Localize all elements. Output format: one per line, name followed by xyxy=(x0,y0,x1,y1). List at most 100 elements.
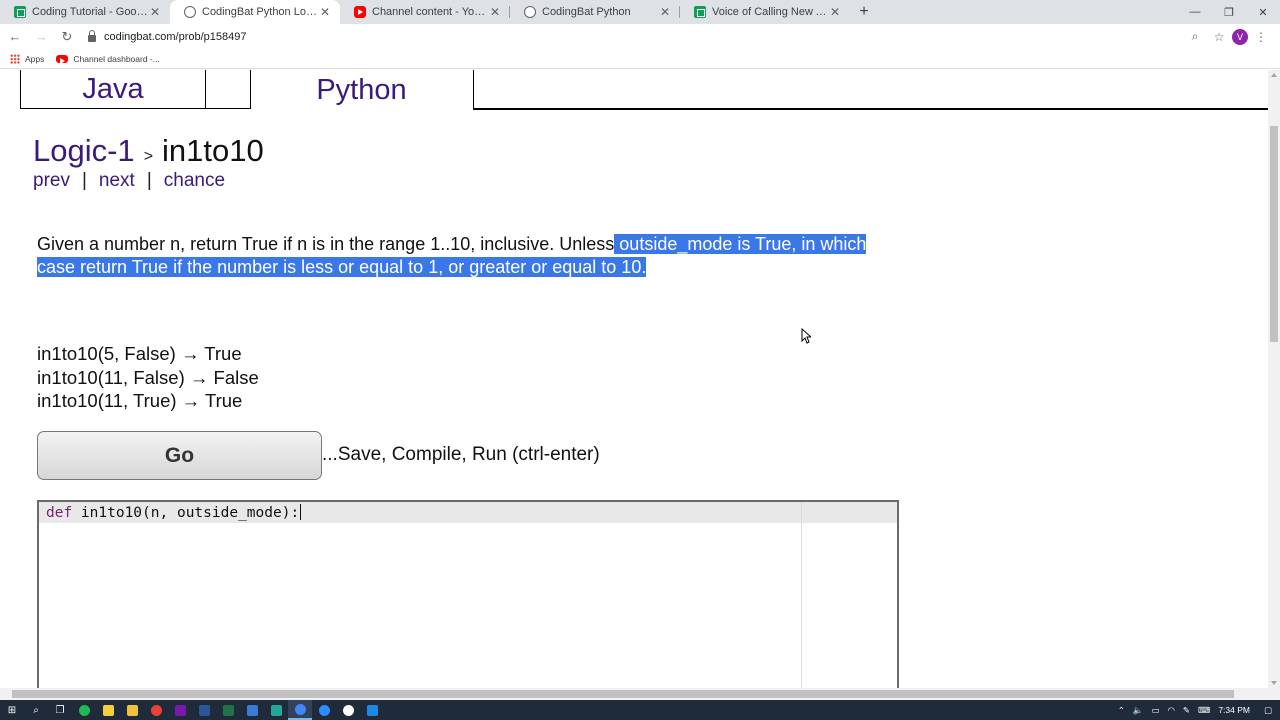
volume-icon[interactable]: 🔈 xyxy=(1133,705,1144,716)
tab-java[interactable]: Java xyxy=(20,70,206,109)
reload-icon[interactable]: ↻ xyxy=(56,26,78,48)
close-icon[interactable]: ✕ xyxy=(488,5,502,19)
prev-link[interactable]: prev xyxy=(33,170,70,192)
app-icon[interactable] xyxy=(264,700,288,720)
problem-nav: prev | next | chance xyxy=(33,170,225,192)
text-cursor xyxy=(300,504,302,520)
file-explorer-icon[interactable] xyxy=(120,700,144,720)
close-icon[interactable]: ✕ xyxy=(318,5,332,19)
browser-toolbar: ← → ↻ codingbat.com/prob/p158497 ⌕ ☆ V ⋮ xyxy=(0,24,1280,49)
description-text: Given a number n, return True if n is in… xyxy=(37,234,615,254)
tab-title: Voice of Calling New Attendance Sh xyxy=(712,6,828,18)
browser-tab[interactable]: CodingBat Python ✕ xyxy=(510,0,680,24)
scrollbar-thumb[interactable] xyxy=(1270,126,1278,342)
scroll-down-icon[interactable] xyxy=(1271,681,1277,685)
tab-title: CodingBat Python xyxy=(542,6,631,18)
onenote-icon[interactable] xyxy=(168,700,192,720)
tab-title: Coding Tutorial - Google Sheets xyxy=(32,6,148,18)
browser-tab[interactable]: Coding Tutorial - Google Sheets ✕ xyxy=(0,0,170,24)
windows-taskbar: ⊞ ⌕ ❐ ⌃ 🔈 ▭ ◠ ✎ ⌨ 7:34 PM ▢ xyxy=(0,700,1280,720)
code-signature: in1to10(n, outside_mode): xyxy=(72,505,300,521)
windows-start-icon[interactable]: ⊞ xyxy=(0,700,24,720)
mouse-pointer-icon xyxy=(801,328,811,344)
nav-separator: | xyxy=(146,170,152,191)
page-viewport: Java Python Logic-1 > in1to10 prev | nex… xyxy=(0,70,1268,688)
sticky-notes-icon[interactable] xyxy=(96,700,120,720)
url-text: codingbat.com/prob/p158497 xyxy=(104,30,247,43)
youtube-icon xyxy=(56,54,69,64)
close-icon[interactable]: ✕ xyxy=(148,5,162,19)
scrollbar-thumb[interactable] xyxy=(12,690,1234,698)
task-view-icon[interactable]: ❐ xyxy=(48,700,72,720)
bookmark-label: Apps xyxy=(25,53,45,64)
globe-icon xyxy=(184,6,196,18)
pen-icon[interactable]: ✎ xyxy=(1183,705,1190,716)
battery-icon[interactable]: ▭ xyxy=(1151,705,1159,716)
chrome-icon[interactable] xyxy=(144,700,168,720)
browser-tab-strip: Coding Tutorial - Google Sheets ✕ Coding… xyxy=(0,0,1280,24)
bookmark-apps[interactable]: Apps xyxy=(10,53,45,64)
address-bar[interactable]: codingbat.com/prob/p158497 xyxy=(88,27,1182,47)
lock-icon xyxy=(88,29,96,42)
problem-title: in1to10 xyxy=(162,133,264,168)
clock-app-icon[interactable] xyxy=(336,700,360,720)
star-icon[interactable]: ☆ xyxy=(1208,26,1230,48)
spotify-icon[interactable] xyxy=(72,700,96,720)
example-item: in1to10(11, False) → False xyxy=(37,366,259,388)
example-item: in1to10(11, True) → True xyxy=(37,390,243,411)
taskbar-clock[interactable]: 7:34 PM xyxy=(1218,705,1250,715)
zoom-app-icon[interactable] xyxy=(312,700,336,720)
recorder-icon[interactable] xyxy=(360,700,384,720)
code-editor[interactable]: def in1to10(n, outside_mode): xyxy=(37,500,899,688)
apps-grid-icon xyxy=(10,53,20,64)
tab-spacer xyxy=(204,70,251,109)
notifications-icon[interactable]: ▢ xyxy=(1264,705,1272,716)
wifi-icon[interactable]: ◠ xyxy=(1167,705,1174,716)
browser-tab[interactable]: Voice of Calling New Attendance Sh ✕ xyxy=(680,0,850,24)
breadcrumb-separator: > xyxy=(143,148,154,165)
next-link[interactable]: next xyxy=(99,170,135,192)
search-icon[interactable]: ⌕ xyxy=(24,700,48,720)
editor-print-margin xyxy=(801,502,802,688)
code-keyword: def xyxy=(46,505,73,521)
word-icon[interactable] xyxy=(192,700,216,720)
menu-dots-icon[interactable]: ⋮ xyxy=(1250,26,1272,48)
language-tabs: Java Python xyxy=(0,70,1268,110)
sheets-icon xyxy=(694,6,706,18)
browser-tab[interactable]: Channel content - YouTube Studio ✕ xyxy=(340,0,510,24)
close-icon[interactable]: ✕ xyxy=(658,5,672,19)
zoom-icon[interactable]: ⌕ xyxy=(1184,26,1206,48)
chevron-up-icon[interactable]: ⌃ xyxy=(1118,705,1125,716)
vertical-scrollbar[interactable] xyxy=(1268,70,1280,688)
go-button[interactable]: Go xyxy=(37,431,322,480)
example-item: in1to10(5, False) → True xyxy=(37,343,242,364)
maximize-icon[interactable]: ❐ xyxy=(1212,0,1246,24)
bookmark-label: Channel dashboard -... xyxy=(73,53,160,64)
scroll-up-icon[interactable] xyxy=(1271,73,1277,77)
tab-python[interactable]: Python xyxy=(250,70,474,110)
problem-description: Given a number n, return True if n is in… xyxy=(37,233,897,279)
forward-arrow-icon[interactable]: → xyxy=(30,26,52,48)
excel-icon[interactable] xyxy=(216,700,240,720)
breadcrumb-section-link[interactable]: Logic-1 xyxy=(33,133,135,169)
horizontal-scrollbar[interactable] xyxy=(0,688,1280,700)
tab-title: CodingBat Python Logic-1 in1to10 xyxy=(202,6,318,18)
globe-icon xyxy=(524,6,536,18)
tab-underline xyxy=(473,108,1268,110)
bookmark-channel-dashboard[interactable]: Channel dashboard -... xyxy=(56,53,160,64)
minimize-icon[interactable]: — xyxy=(1178,0,1212,24)
new-tab-icon[interactable]: + xyxy=(850,0,878,24)
system-tray: ⌃ 🔈 ▭ ◠ ✎ ⌨ 7:34 PM ▢ xyxy=(1118,700,1280,720)
close-icon[interactable]: ✕ xyxy=(828,5,842,19)
keyboard-icon[interactable]: ⌨ xyxy=(1198,705,1210,716)
profile-avatar[interactable]: V xyxy=(1232,28,1248,45)
chance-link[interactable]: chance xyxy=(164,170,225,192)
examples-list: in1to10(5, False) → True in1to10(11, Fal… xyxy=(37,342,259,413)
chrome-active-icon[interactable] xyxy=(288,700,312,720)
snip-icon[interactable] xyxy=(240,700,264,720)
go-hint: ...Save, Compile, Run (ctrl-enter) xyxy=(322,444,600,465)
back-arrow-icon[interactable]: ← xyxy=(4,26,26,48)
close-window-icon[interactable]: ✕ xyxy=(1246,0,1280,24)
youtube-icon xyxy=(354,6,366,18)
browser-tab-active[interactable]: CodingBat Python Logic-1 in1to10 ✕ xyxy=(170,0,340,24)
